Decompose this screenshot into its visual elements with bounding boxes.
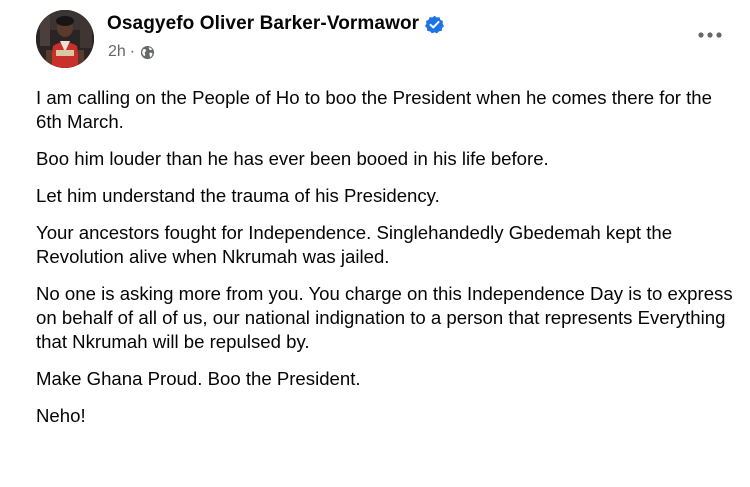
avatar-photo <box>36 10 94 68</box>
post-paragraph: I am calling on the People of Ho to boo … <box>36 87 712 132</box>
more-options-button[interactable] <box>692 22 728 48</box>
post-body: I am calling on the People of Ho to boo … <box>36 86 736 441</box>
post-paragraph: Neho! <box>36 405 86 426</box>
author-avatar[interactable] <box>36 10 94 68</box>
verified-badge-icon <box>425 15 445 34</box>
post-paragraph: Let him understand the trauma of his Pre… <box>36 185 440 206</box>
author-row: Osagyefo Oliver Barker-Vormawor <box>107 12 445 36</box>
facebook-post: Osagyefo Oliver Barker-Vormawor 2h · I a… <box>0 0 750 487</box>
more-options-icon <box>698 32 722 38</box>
author-name[interactable]: Osagyefo Oliver Barker-Vormawor <box>107 13 419 35</box>
post-paragraph: Your ancestors fought for Independence. … <box>36 222 673 267</box>
globe-icon[interactable] <box>140 45 155 60</box>
post-paragraph: Boo him louder than he has ever been boo… <box>36 148 549 169</box>
post-paragraph: No one is asking more from you. You char… <box>36 283 733 352</box>
post-paragraph: Make Ghana Proud. Boo the President. <box>36 368 361 389</box>
meta-separator: · <box>129 43 136 60</box>
post-timestamp[interactable]: 2h <box>108 43 126 61</box>
post-meta: 2h · <box>108 42 155 62</box>
